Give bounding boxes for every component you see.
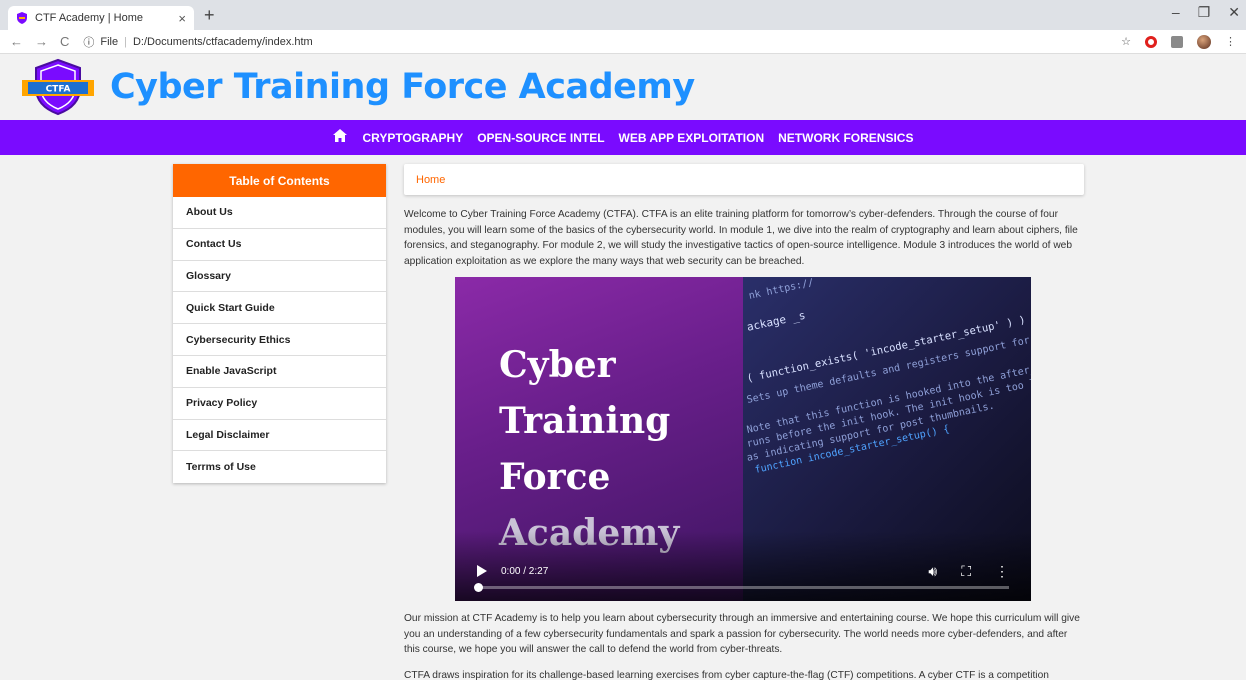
- extension-icon[interactable]: [1171, 35, 1183, 48]
- url-field[interactable]: ⓘ File | D:/Documents/ctfacademy/index.h…: [83, 34, 1121, 50]
- minimize-icon[interactable]: –: [1172, 4, 1180, 21]
- video-title: Cyber Training Force Academy: [499, 337, 679, 561]
- play-icon[interactable]: [477, 565, 487, 577]
- opera-extension-icon[interactable]: [1145, 35, 1157, 48]
- toc-item-glossary[interactable]: Glossary: [173, 261, 386, 293]
- video-title-line: Training: [499, 400, 671, 442]
- toc-item-quick-start-guide[interactable]: Quick Start Guide: [173, 292, 386, 325]
- main-column: Home Welcome to Cyber Training Force Aca…: [404, 164, 1084, 680]
- mission-paragraph: Our mission at CTF Academy is to help yo…: [404, 613, 1080, 655]
- tab-close-icon[interactable]: ×: [178, 11, 186, 26]
- url-text: D:/Documents/ctfacademy/index.htm: [132, 35, 313, 48]
- toc-item-enable-javascript[interactable]: Enable JavaScript: [173, 356, 386, 388]
- info-icon[interactable]: ⓘ: [83, 34, 94, 50]
- toc-item-about-us[interactable]: About Us: [173, 197, 386, 229]
- close-window-icon[interactable]: ✕: [1228, 4, 1240, 21]
- tab-title: CTF Academy | Home: [35, 12, 143, 24]
- video-code-line: ackage _s: [745, 308, 807, 334]
- window-controls: – ❐ ✕: [1172, 4, 1240, 21]
- toc-item-privacy-policy[interactable]: Privacy Policy: [173, 388, 386, 420]
- site-header: CTFA Cyber Training Force Academy: [0, 54, 1246, 120]
- video-time: 0:00 / 2:27: [501, 565, 549, 577]
- nav-web-app-exploitation[interactable]: WEB APP EXPLOITATION: [619, 131, 765, 145]
- logo-text: CTFA: [46, 85, 71, 95]
- menu-kebab-icon[interactable]: ⋮: [1225, 35, 1236, 48]
- table-of-contents: Table of Contents About Us Contact Us Gl…: [173, 164, 386, 484]
- url-separator: |: [124, 35, 127, 48]
- site-title[interactable]: Cyber Training Force Academy: [110, 67, 695, 107]
- video-title-line: Cyber: [499, 344, 616, 386]
- browser-tab-bar: CTF Academy | Home × + – ❐ ✕: [0, 0, 1246, 30]
- forward-icon[interactable]: →: [35, 34, 48, 49]
- more-options-icon[interactable]: ⋮: [995, 563, 1009, 580]
- toc-heading: Table of Contents: [173, 164, 386, 197]
- breadcrumb: Home: [404, 164, 1084, 195]
- volume-icon[interactable]: 🔊︎: [928, 563, 937, 580]
- intro-paragraph: Welcome to Cyber Training Force Academy …: [404, 209, 1078, 267]
- intro-video-player[interactable]: nk https:// ackage _s ( function_exists(…: [455, 277, 1031, 601]
- toc-item-contact-us[interactable]: Contact Us: [173, 229, 386, 261]
- ctfa-logo[interactable]: CTFA: [20, 58, 96, 116]
- bookmark-star-icon[interactable]: ☆: [1121, 35, 1131, 48]
- address-bar: ← → C ⓘ File | D:/Documents/ctfacademy/i…: [0, 30, 1246, 54]
- profile-avatar[interactable]: [1197, 34, 1211, 49]
- browser-tab[interactable]: CTF Academy | Home ×: [8, 6, 194, 30]
- url-scheme: File: [100, 35, 119, 48]
- back-icon[interactable]: ←: [10, 34, 23, 49]
- toc-item-cybersecurity-ethics[interactable]: Cybersecurity Ethics: [173, 324, 386, 356]
- video-controls: 0:00 / 2:27 🔊︎ ⛶ ⋮: [455, 559, 1031, 583]
- nav-network-forensics[interactable]: NETWORK FORENSICS: [778, 131, 913, 145]
- breadcrumb-home-link[interactable]: Home: [416, 174, 445, 186]
- ctf-paragraph: CTFA draws inspiration for its challenge…: [404, 669, 1049, 680]
- nav-cryptography[interactable]: CRYPTOGRAPHY: [363, 131, 464, 145]
- main-nav: CRYPTOGRAPHY OPEN-SOURCE INTEL WEB APP E…: [0, 120, 1246, 155]
- toc-item-legal-disclaimer[interactable]: Legal Disclaimer: [173, 420, 386, 452]
- restore-icon[interactable]: ❐: [1198, 4, 1211, 21]
- video-progress-knob[interactable]: [474, 583, 483, 592]
- video-progress-bar[interactable]: [474, 583, 1009, 592]
- reload-icon[interactable]: C: [60, 34, 69, 49]
- new-tab-button[interactable]: +: [204, 5, 215, 26]
- page-content: Table of Contents About Us Contact Us Gl…: [0, 155, 1246, 680]
- video-title-line: Force: [499, 456, 611, 498]
- toc-item-terms-of-use[interactable]: Terrms of Use: [173, 451, 386, 483]
- site-favicon-icon: [16, 12, 28, 24]
- video-code-line: nk https://: [747, 277, 815, 302]
- extensions: ☆ ⋮: [1121, 34, 1236, 49]
- browser-nav: ← → C: [10, 34, 69, 49]
- home-icon[interactable]: [332, 129, 347, 146]
- fullscreen-icon[interactable]: ⛶: [961, 563, 971, 580]
- nav-open-source-intel[interactable]: OPEN-SOURCE INTEL: [477, 131, 604, 145]
